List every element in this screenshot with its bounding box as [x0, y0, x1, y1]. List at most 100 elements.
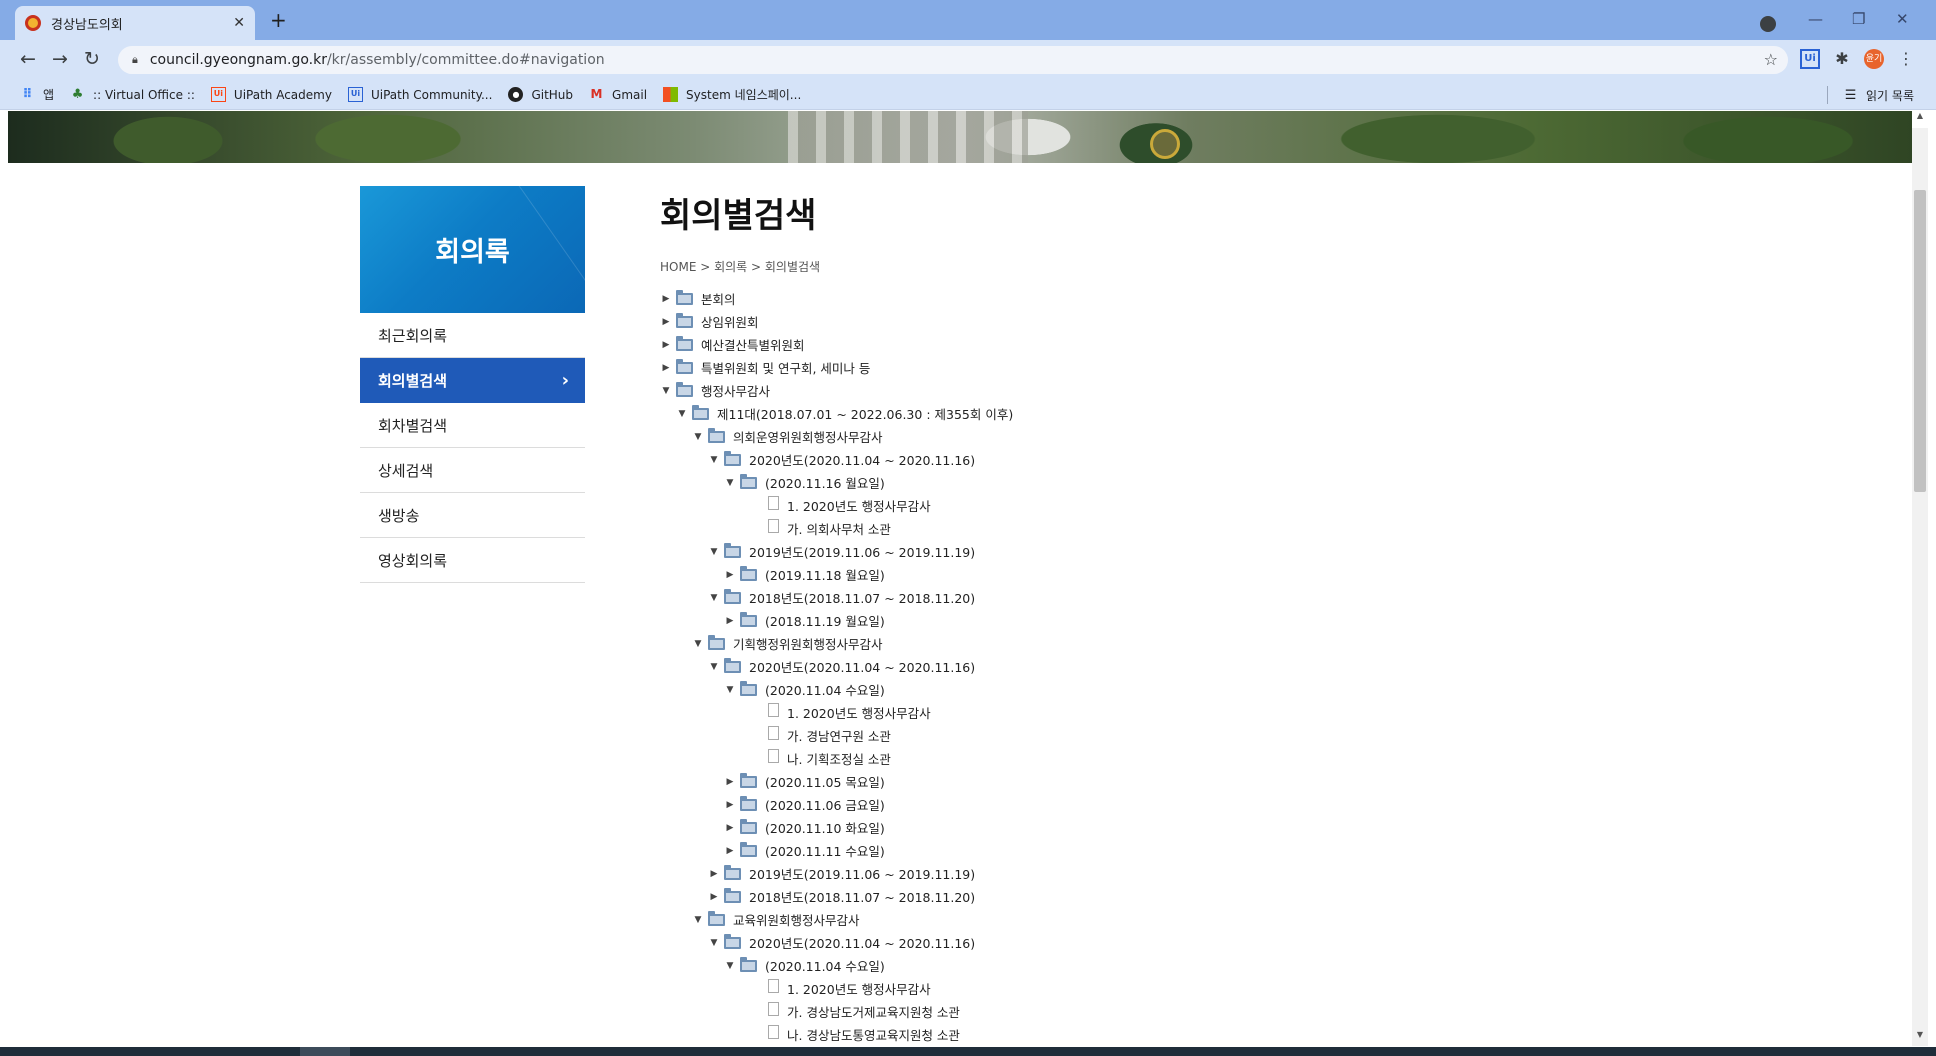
sidebar-item-recent-minutes[interactable]: 최근회의록: [360, 313, 585, 358]
collapsed-triangle-icon[interactable]: ▶: [708, 869, 720, 879]
bookmark-system-namespace[interactable]: System 네임스페이...: [663, 86, 801, 103]
tree-node-label[interactable]: 나. 기획조정실 소관: [787, 749, 891, 768]
collapsed-triangle-icon[interactable]: ▶: [724, 570, 736, 580]
tree-node-label[interactable]: 본회의: [701, 289, 736, 308]
tree-node[interactable]: ▶ (2020.11.11 수요일): [660, 839, 1360, 862]
tree-node[interactable]: ▶ 본회의: [660, 287, 1360, 310]
tree-node[interactable]: ▼ (2020.11.04 수요일): [660, 678, 1360, 701]
collapsed-triangle-icon[interactable]: ▶: [724, 846, 736, 856]
sidebar-item-search-by-meeting[interactable]: 회의별검색 ›: [360, 358, 585, 403]
tree-node-label[interactable]: 기획행정위원회행정사무감사: [733, 634, 883, 653]
tree-node[interactable]: ▶1. 2020년도 행정사무감사: [660, 977, 1360, 1000]
tree-node-label[interactable]: (2020.11.04 수요일): [765, 680, 885, 699]
profile-avatar[interactable]: 윤기: [1864, 49, 1884, 69]
tree-node-label[interactable]: 제11대(2018.07.01 ~ 2022.06.30 : 제355회 이후): [717, 404, 1013, 423]
tree-node-label[interactable]: 가. 의회사무처 소관: [787, 519, 891, 538]
tree-node[interactable]: ▼ (2020.11.16 월요일): [660, 471, 1360, 494]
tree-node[interactable]: ▶ (2020.11.05 목요일): [660, 770, 1360, 793]
tree-node[interactable]: ▼ 2020년도(2020.11.04 ~ 2020.11.16): [660, 931, 1360, 954]
tree-node-label[interactable]: 2020년도(2020.11.04 ~ 2020.11.16): [749, 450, 975, 469]
tree-node-label[interactable]: 1. 2020년도 행정사무감사: [787, 979, 931, 998]
expanded-triangle-icon[interactable]: ▼: [708, 547, 720, 557]
tree-node-label[interactable]: 상임위원회: [701, 312, 759, 331]
tree-node-label[interactable]: 가. 경상남도거제교육지원청 소관: [787, 1002, 960, 1021]
tree-node[interactable]: ▶나. 경상남도통영교육지원청 소관: [660, 1023, 1360, 1046]
expanded-triangle-icon[interactable]: ▼: [708, 593, 720, 603]
tab-search-icon[interactable]: [1760, 16, 1776, 32]
expanded-triangle-icon[interactable]: ▼: [692, 915, 704, 925]
tree-node[interactable]: ▶ 특별위원회 및 연구회, 세미나 등: [660, 356, 1360, 379]
browser-tab[interactable]: 경상남도의회 ✕: [15, 6, 255, 40]
tree-node-label[interactable]: 1. 2020년도 행정사무감사: [787, 703, 931, 722]
collapsed-triangle-icon[interactable]: ▶: [724, 616, 736, 626]
tree-node-label[interactable]: 특별위원회 및 연구회, 세미나 등: [701, 358, 870, 377]
expanded-triangle-icon[interactable]: ▼: [692, 432, 704, 442]
tree-node-label[interactable]: 예산결산특별위원회: [701, 335, 805, 354]
expanded-triangle-icon[interactable]: ▼: [708, 662, 720, 672]
tree-node-label[interactable]: 1. 2020년도 행정사무감사: [787, 496, 931, 515]
tree-node[interactable]: ▼ 2018년도(2018.11.07 ~ 2018.11.20): [660, 586, 1360, 609]
sidebar-item-live-broadcast[interactable]: 생방송: [360, 493, 585, 538]
tree-node[interactable]: ▶ (2019.11.18 월요일): [660, 563, 1360, 586]
tree-node-label[interactable]: 2019년도(2019.11.06 ~ 2019.11.19): [749, 542, 975, 561]
tree-node-label[interactable]: (2020.11.06 금요일): [765, 795, 885, 814]
collapsed-triangle-icon[interactable]: ▶: [724, 800, 736, 810]
tree-node-label[interactable]: (2018.11.19 월요일): [765, 611, 885, 630]
tree-node[interactable]: ▶가. 의회사무처 소관: [660, 517, 1360, 540]
tree-node-label[interactable]: 2018년도(2018.11.07 ~ 2018.11.20): [749, 887, 975, 906]
reading-list-button[interactable]: ☰ 읽기 목록: [1843, 87, 1914, 104]
collapsed-triangle-icon[interactable]: ▶: [724, 777, 736, 787]
tree-node[interactable]: ▶ 2018년도(2018.11.07 ~ 2018.11.20): [660, 885, 1360, 908]
page-scrollbar[interactable]: [1912, 128, 1928, 1046]
expanded-triangle-icon[interactable]: ▼: [660, 386, 672, 396]
bookmark-uipath-academy[interactable]: Ui UiPath Academy: [210, 87, 332, 102]
bookmark-uipath-community[interactable]: Ui UiPath Community...: [347, 87, 492, 102]
expanded-triangle-icon[interactable]: ▼: [724, 961, 736, 971]
expanded-triangle-icon[interactable]: ▼: [676, 409, 688, 419]
tree-node-label[interactable]: (2020.11.11 수요일): [765, 841, 885, 860]
tree-node[interactable]: ▶1. 2020년도 행정사무감사: [660, 701, 1360, 724]
collapsed-triangle-icon[interactable]: ▶: [660, 294, 672, 304]
tree-node-label[interactable]: 2018년도(2018.11.07 ~ 2018.11.20): [749, 588, 975, 607]
bookmark-virtual-office[interactable]: ♣:: Virtual Office ::: [70, 87, 195, 102]
taskbar-button[interactable]: [300, 1047, 350, 1056]
collapsed-triangle-icon[interactable]: ▶: [660, 317, 672, 327]
expanded-triangle-icon[interactable]: ▼: [692, 639, 704, 649]
bookmark-gmail[interactable]: M Gmail: [589, 87, 648, 102]
tree-node[interactable]: ▶나. 기획조정실 소관: [660, 747, 1360, 770]
sidebar-item-video-minutes[interactable]: 영상회의록: [360, 538, 585, 583]
expanded-triangle-icon[interactable]: ▼: [708, 938, 720, 948]
sidebar-item-detailed-search[interactable]: 상세검색: [360, 448, 585, 493]
expanded-triangle-icon[interactable]: ▼: [724, 685, 736, 695]
tree-node[interactable]: ▼ 기획행정위원회행정사무감사: [660, 632, 1360, 655]
tree-node-label[interactable]: (2020.11.05 목요일): [765, 772, 885, 791]
tree-node[interactable]: ▼ 제11대(2018.07.01 ~ 2022.06.30 : 제355회 이후…: [660, 402, 1360, 425]
window-close-icon[interactable]: ✕: [1896, 10, 1909, 28]
back-icon[interactable]: ←: [20, 48, 36, 70]
tab-close-icon[interactable]: ✕: [233, 15, 245, 31]
tree-node-label[interactable]: 의회운영위원회행정사무감사: [733, 427, 883, 446]
expanded-triangle-icon[interactable]: ▼: [724, 478, 736, 488]
tree-node-label[interactable]: 행정사무감사: [701, 381, 770, 400]
tree-node[interactable]: ▶ 상임위원회: [660, 310, 1360, 333]
tree-node[interactable]: ▶ (2020.11.10 화요일): [660, 816, 1360, 839]
sidebar-item-search-by-session[interactable]: 회차별검색: [360, 403, 585, 448]
tree-node-label[interactable]: 가. 경남연구원 소관: [787, 726, 891, 745]
bookmark-star-icon[interactable]: ☆: [1764, 50, 1778, 69]
tree-node[interactable]: ▶가. 경상남도거제교육지원청 소관: [660, 1000, 1360, 1023]
tree-node-label[interactable]: 2019년도(2019.11.06 ~ 2019.11.19): [749, 864, 975, 883]
restore-icon[interactable]: ❐: [1852, 10, 1865, 28]
reload-icon[interactable]: ↻: [84, 48, 100, 70]
tree-node[interactable]: ▶1. 2020년도 행정사무감사: [660, 494, 1360, 517]
tree-node-label[interactable]: 2020년도(2020.11.04 ~ 2020.11.16): [749, 933, 975, 952]
extensions-puzzle-icon[interactable]: ✱: [1832, 49, 1852, 69]
forward-icon[interactable]: →: [52, 48, 68, 70]
bookmark-apps[interactable]: ⠿ 앱: [20, 86, 54, 103]
tree-node[interactable]: ▶가. 경남연구원 소관: [660, 724, 1360, 747]
tree-node-label[interactable]: (2020.11.16 월요일): [765, 473, 885, 492]
tree-node[interactable]: ▼ 행정사무감사: [660, 379, 1360, 402]
tree-node[interactable]: ▶ 예산결산특별위원회: [660, 333, 1360, 356]
tree-node-label[interactable]: (2020.11.10 화요일): [765, 818, 885, 837]
collapsed-triangle-icon[interactable]: ▶: [660, 340, 672, 350]
bookmark-github[interactable]: ● GitHub: [508, 87, 573, 102]
